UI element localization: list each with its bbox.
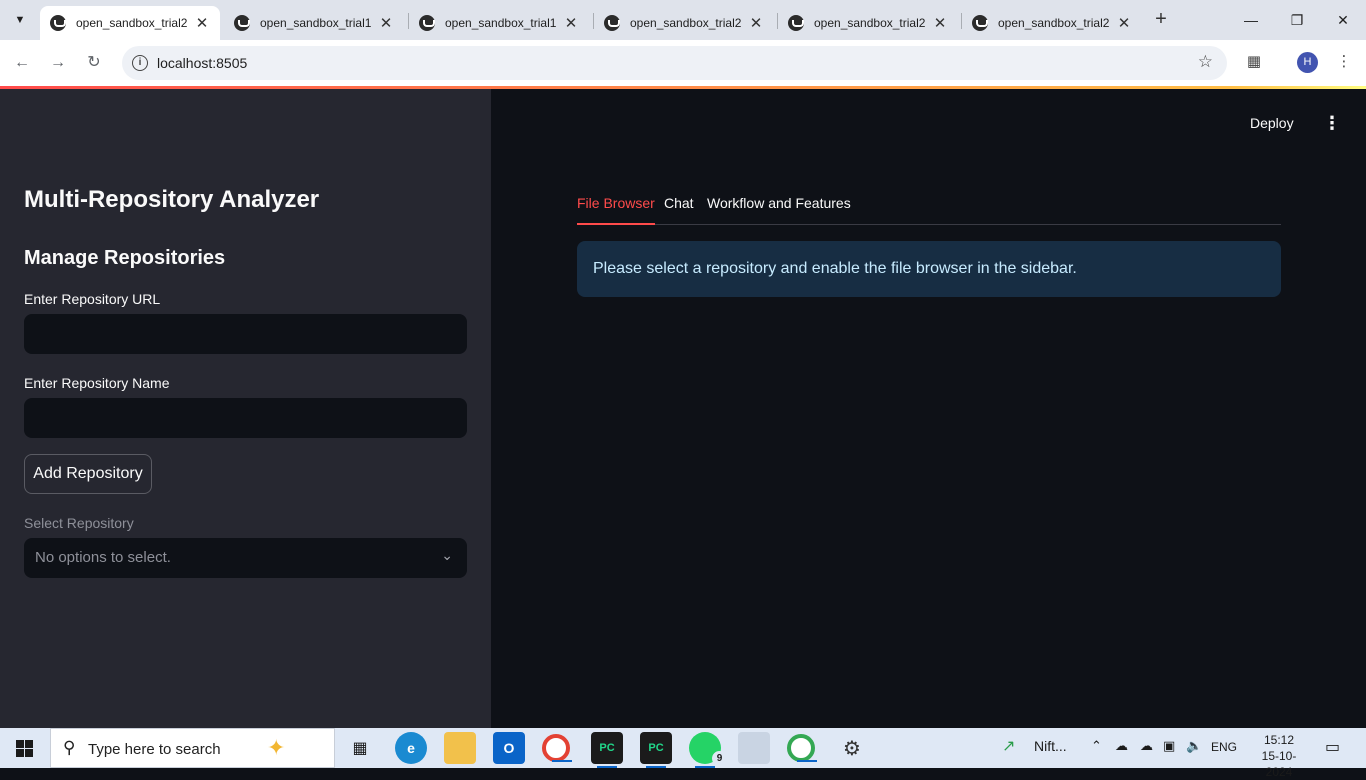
- close-tab-icon[interactable]: ✕: [378, 14, 394, 32]
- extensions-puzzle-icon[interactable]: ▦: [1242, 52, 1266, 74]
- pycharm-icon[interactable]: PC: [591, 732, 623, 768]
- select-repository-dropdown[interactable]: No options to select. ⌄: [24, 538, 467, 578]
- display-icon[interactable]: ▣: [1163, 738, 1175, 754]
- browser-tab-2[interactable]: open_sandbox_trial1 ✕: [224, 6, 404, 40]
- repo-url-label: Enter Repository URL: [24, 291, 161, 307]
- close-tab-icon[interactable]: ✕: [1116, 14, 1132, 32]
- tab-search-chevron-icon[interactable]: ▼: [8, 8, 32, 32]
- language-indicator[interactable]: ENG: [1211, 740, 1237, 754]
- browser-tab-title: open_sandbox_trial2: [814, 16, 926, 30]
- close-tab-icon[interactable]: ✕: [932, 14, 948, 32]
- site-info-icon[interactable]: i: [132, 55, 148, 71]
- streamlit-crown-icon: [604, 15, 620, 31]
- clock-time: 15:12: [1263, 733, 1295, 747]
- back-arrow-icon[interactable]: ←: [10, 51, 34, 75]
- chrome-icon[interactable]: [787, 734, 817, 762]
- address-url[interactable]: localhost:8505: [157, 55, 247, 71]
- profile-avatar[interactable]: H: [1297, 52, 1318, 73]
- browser-tab-strip: ▼ open_sandbox_trial2 ✕ open_sandbox_tri…: [0, 0, 1366, 40]
- browser-tab-title: open_sandbox_trial2: [76, 16, 188, 30]
- streamlit-crown-icon: [234, 15, 250, 31]
- streamlit-crown-icon: [50, 15, 66, 31]
- streamlit-crown-icon: [419, 15, 435, 31]
- settings-gear-icon[interactable]: ⚙: [836, 732, 868, 764]
- outlook-icon[interactable]: O: [493, 732, 525, 764]
- tab-file-browser[interactable]: File Browser: [577, 195, 655, 225]
- browser-menu-kebab-icon[interactable]: ⋮: [1332, 52, 1356, 74]
- clock-date: 15-10-2024: [1261, 749, 1297, 779]
- streamlit-crown-icon: [788, 15, 804, 31]
- close-window-icon[interactable]: ✕: [1320, 0, 1366, 40]
- bookmark-star-icon[interactable]: ☆: [1198, 52, 1213, 72]
- new-tab-plus-icon[interactable]: +: [1150, 8, 1172, 30]
- windows-start-icon[interactable]: [16, 740, 33, 757]
- tab-chat[interactable]: Chat: [664, 195, 694, 225]
- close-tab-icon[interactable]: ✕: [563, 14, 579, 32]
- copilot-sparkle-icon: ✦: [267, 735, 286, 760]
- tab-workflow-and-features[interactable]: Workflow and Features: [707, 195, 851, 225]
- restore-window-icon[interactable]: ❐: [1274, 0, 1320, 40]
- edge-browser-icon[interactable]: e: [395, 732, 427, 764]
- content-tabs: File Browser Chat Workflow and Features: [577, 189, 1281, 225]
- browser-tab-title: open_sandbox_trial1: [445, 16, 557, 30]
- search-icon: ⚲: [63, 738, 76, 757]
- app-title: Multi-Repository Analyzer: [24, 186, 320, 213]
- task-view-icon[interactable]: ▦: [344, 732, 376, 764]
- file-explorer-icon[interactable]: [444, 732, 476, 764]
- main-content: Deploy ⋮ File Browser Chat Workflow and …: [491, 89, 1366, 728]
- browser-tab-3[interactable]: open_sandbox_trial1 ✕: [409, 6, 589, 40]
- browser-tab-1[interactable]: open_sandbox_trial2 ✕: [40, 6, 220, 40]
- stock-chart-icon: ↗: [1002, 738, 1016, 755]
- taskbar-search-box[interactable]: ⚲ Type here to search ✦: [50, 728, 335, 768]
- main-menu-kebab-icon[interactable]: ⋮: [1323, 113, 1341, 133]
- deploy-button[interactable]: Deploy: [1250, 115, 1294, 131]
- forward-arrow-icon[interactable]: →: [46, 51, 70, 75]
- close-tab-icon[interactable]: ✕: [748, 14, 764, 32]
- tray-chevron-up-icon[interactable]: ⌃: [1091, 738, 1102, 754]
- browser-toolbar: ← → ↻ i localhost:8505 ☆ ▦ ⋮: [0, 40, 1366, 86]
- streamlit-crown-icon: [972, 15, 988, 31]
- windows-taskbar: ⚲ Type here to search ✦ ▦ e O PC PC 9 ⚙ …: [0, 728, 1366, 779]
- network-icon[interactable]: ☁: [1140, 738, 1153, 754]
- volume-muted-icon[interactable]: 🔈: [1186, 738, 1202, 754]
- notification-icon[interactable]: ▭: [1325, 737, 1340, 757]
- close-tab-icon[interactable]: ✕: [194, 14, 210, 32]
- photos-icon[interactable]: [738, 732, 770, 764]
- repo-name-input[interactable]: [24, 398, 467, 438]
- info-alert: Please select a repository and enable th…: [577, 241, 1281, 297]
- onedrive-cloud-icon[interactable]: ☁: [1115, 738, 1128, 754]
- whatsapp-badge: 9: [712, 751, 727, 766]
- browser-tab-title: open_sandbox_trial1: [260, 16, 372, 30]
- pycharm-icon-2[interactable]: PC: [640, 732, 672, 768]
- whatsapp-icon[interactable]: 9: [689, 732, 727, 768]
- chevron-down-icon: ⌄: [441, 547, 453, 563]
- browser-tab-6[interactable]: open_sandbox_trial2 ✕: [962, 6, 1142, 40]
- taskbar-search-placeholder: Type here to search: [88, 741, 221, 758]
- repo-url-input[interactable]: [24, 314, 467, 354]
- repo-name-label: Enter Repository Name: [24, 375, 170, 391]
- sidebar: Multi-Repository Analyzer Manage Reposit…: [0, 89, 491, 728]
- weather-widget-text[interactable]: Nift...: [1034, 738, 1067, 754]
- browser-tab-title: open_sandbox_trial2: [630, 16, 742, 30]
- minimize-window-icon[interactable]: —: [1228, 0, 1274, 40]
- browser-tab-title: open_sandbox_trial2: [998, 16, 1110, 30]
- clock[interactable]: 15:12 15-10-2024: [1249, 732, 1309, 780]
- add-repository-button[interactable]: Add Repository: [24, 454, 152, 494]
- select-repository-value: No options to select.: [35, 549, 171, 566]
- address-bar[interactable]: i localhost:8505 ☆: [122, 46, 1227, 80]
- browser-tab-5[interactable]: open_sandbox_trial2 ✕: [778, 6, 958, 40]
- browser-tab-4[interactable]: open_sandbox_trial2 ✕: [594, 6, 774, 40]
- select-repository-label: Select Repository: [24, 515, 134, 531]
- chrome-profile-icon[interactable]: [542, 734, 572, 762]
- section-title: Manage Repositories: [24, 247, 226, 269]
- reload-icon[interactable]: ↻: [82, 51, 106, 75]
